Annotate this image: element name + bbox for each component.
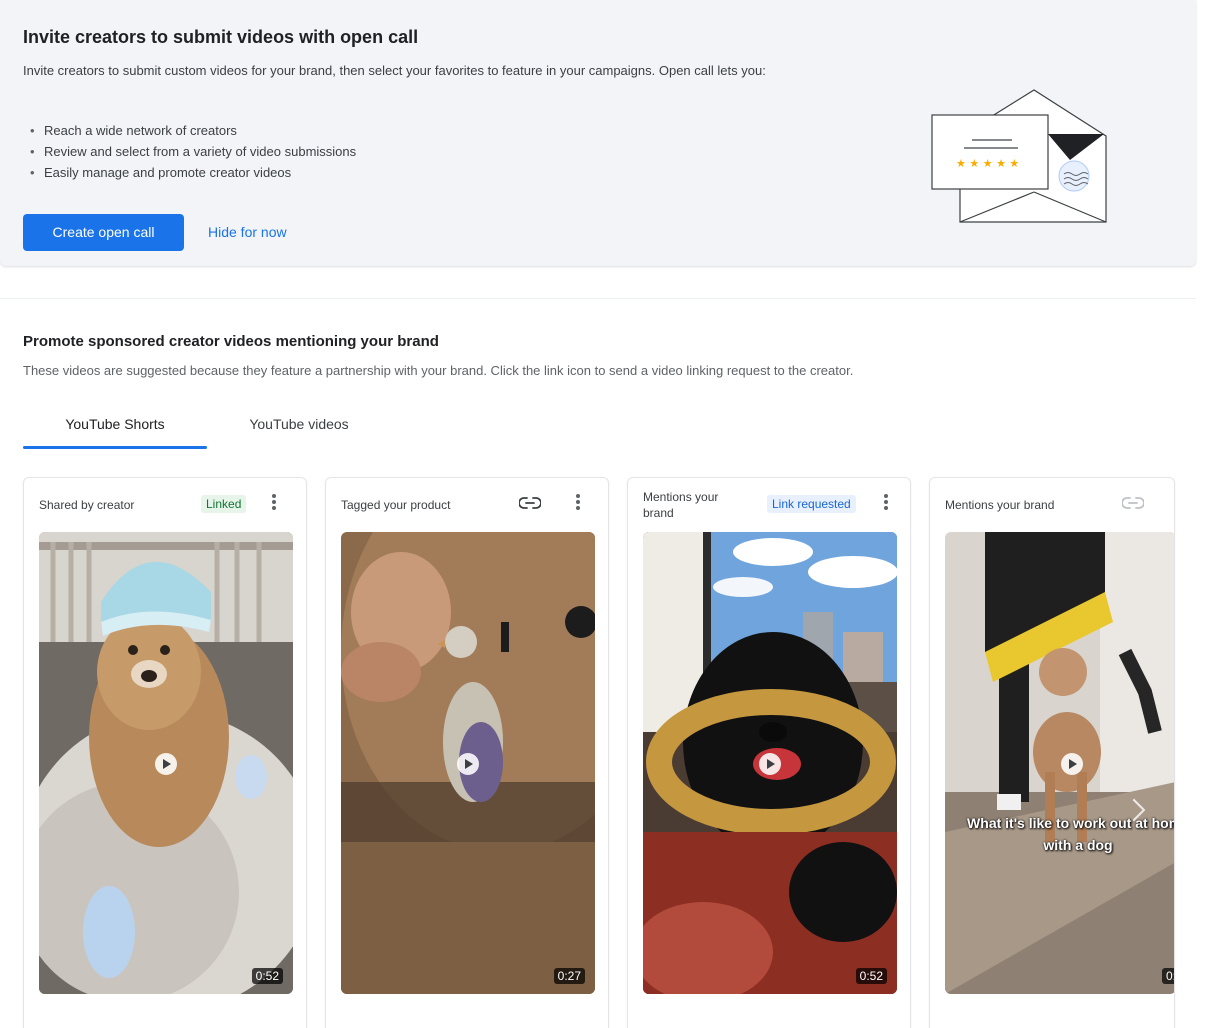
- promote-creator-videos-section: Promote sponsored creator videos mention…: [0, 298, 1196, 1028]
- link-icon[interactable]: [1122, 496, 1144, 510]
- video-duration: 0:52: [251, 968, 283, 984]
- bullet-icon: •: [30, 123, 35, 138]
- video-card[interactable]: Mentions your brand Link requested 0:52: [627, 477, 911, 1028]
- benefit-text: Reach a wide network of creators: [44, 123, 237, 138]
- more-vert-icon[interactable]: [574, 493, 582, 513]
- video-thumbnail[interactable]: 0:52: [643, 532, 897, 994]
- play-icon[interactable]: [155, 753, 177, 775]
- tab-youtube-shorts[interactable]: YouTube Shorts: [23, 407, 207, 451]
- active-tab-indicator: [23, 446, 207, 449]
- more-vert-icon[interactable]: [270, 493, 278, 513]
- card-source-label: Mentions your brand: [945, 498, 1055, 512]
- status-badge: Link requested: [767, 495, 856, 513]
- card-source-label: Mentions your brand: [643, 490, 719, 520]
- section-description: These videos are suggested because they …: [23, 363, 854, 378]
- benefit-text: Easily manage and promote creator videos: [44, 165, 292, 180]
- status-badge: Linked: [201, 495, 247, 513]
- video-card[interactable]: Mentions your brand What it's like to wo…: [929, 477, 1175, 1028]
- more-vert-icon[interactable]: [882, 493, 890, 513]
- list-item: • Easily manage and promote creator video…: [30, 163, 356, 184]
- link-icon[interactable]: [519, 496, 541, 510]
- hide-for-now-link[interactable]: Hide for now: [208, 224, 287, 240]
- tab-youtube-videos[interactable]: YouTube videos: [227, 407, 371, 451]
- benefit-text: Review and select from a variety of vide…: [44, 144, 357, 159]
- play-icon[interactable]: [759, 753, 781, 775]
- play-icon[interactable]: [1061, 753, 1083, 775]
- svg-text:★ ★ ★ ★ ★: ★ ★ ★ ★ ★: [956, 157, 1019, 170]
- video-card[interactable]: Shared by creator Linked 0:52: [23, 477, 307, 1028]
- video-thumbnail[interactable]: 0:52: [39, 532, 293, 994]
- video-duration: 0:27: [553, 968, 585, 984]
- open-call-title: Invite creators to submit videos with op…: [23, 27, 419, 47]
- play-icon[interactable]: [457, 753, 479, 775]
- video-duration: 0:52: [855, 968, 887, 984]
- open-call-banner: Invite creators to submit videos with op…: [0, 0, 1196, 266]
- list-item: • Reach a wide network of creators: [30, 121, 356, 142]
- create-open-call-button[interactable]: Create open call: [23, 214, 184, 251]
- bullet-icon: •: [30, 144, 35, 159]
- card-source-label: Shared by creator: [39, 498, 135, 512]
- bullet-icon: •: [30, 165, 35, 180]
- open-call-description: Invite creators to submit custom videos …: [23, 63, 766, 78]
- workout-with-dog-thumbnail-image: [945, 532, 1174, 994]
- video-type-tabs: YouTube Shorts YouTube videos: [23, 407, 1173, 451]
- video-card[interactable]: Tagged your product 0:27: [325, 477, 609, 1028]
- list-item: • Review and select from a variety of vid…: [30, 142, 356, 163]
- video-thumbnail[interactable]: What it's like to work out at home with …: [945, 532, 1175, 994]
- video-duration: 0:: [1161, 968, 1174, 984]
- card-source-label: Tagged your product: [341, 498, 451, 512]
- section-title: Promote sponsored creator videos mention…: [23, 333, 439, 350]
- open-call-benefits-list: • Reach a wide network of creators • Revie…: [30, 121, 356, 184]
- envelope-review-illustration: ★ ★ ★ ★ ★: [931, 89, 1107, 223]
- video-thumbnail[interactable]: 0:27: [341, 532, 595, 994]
- video-caption: What it's like to work out at home with …: [967, 815, 1175, 853]
